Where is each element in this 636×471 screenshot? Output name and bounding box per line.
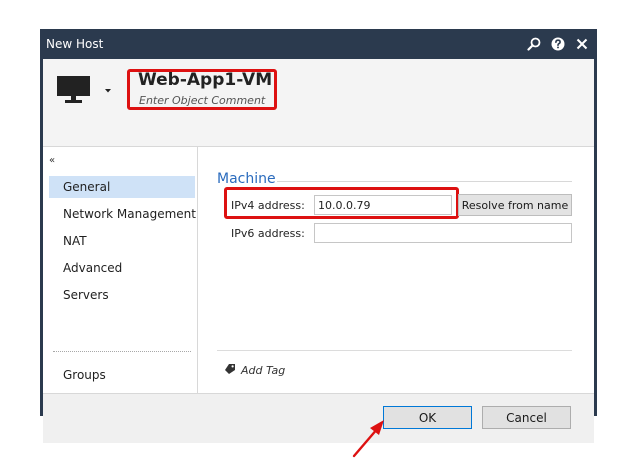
resolve-from-name-button[interactable]: Resolve from name — [458, 194, 572, 216]
ipv4-address-input[interactable] — [314, 195, 452, 215]
dialog-footer: OK Cancel — [43, 393, 594, 443]
nav-divider — [53, 351, 191, 352]
red-arrow-icon — [348, 416, 388, 460]
chevron-down-icon[interactable] — [103, 84, 113, 94]
nav-item-general[interactable]: General — [49, 176, 195, 198]
ipv6-address-input[interactable] — [314, 223, 572, 243]
ok-button[interactable]: OK — [383, 406, 472, 429]
cancel-button[interactable]: Cancel — [482, 406, 571, 429]
title-bar: New Host — [43, 29, 594, 59]
nav-item-advanced[interactable]: Advanced — [49, 257, 195, 279]
add-tag-label: Add Tag — [241, 364, 286, 377]
help-icon[interactable] — [546, 29, 570, 59]
left-navigation: « General Network Management NAT Advance… — [43, 147, 198, 393]
nav-item-nat[interactable]: NAT — [49, 230, 195, 252]
machine-section-title: Machine — [217, 171, 276, 187]
collapse-nav-icon[interactable]: « — [49, 156, 55, 166]
nav-item-network-management[interactable]: Network Management — [49, 203, 196, 225]
dialog-content: Web-App1-VM Enter Object Comment « Gener… — [43, 59, 594, 443]
object-comment-field[interactable]: Enter Object Comment — [139, 94, 265, 107]
ipv6-label: IPv6 address: — [231, 227, 305, 240]
nav-item-groups[interactable]: Groups — [49, 364, 195, 386]
search-icon[interactable] — [522, 29, 546, 59]
window-title: New Host — [46, 37, 104, 51]
nav-item-servers[interactable]: Servers — [49, 284, 195, 306]
object-name[interactable]: Web-App1-VM — [138, 70, 272, 90]
tag-icon — [224, 363, 236, 378]
title-bar-controls — [522, 29, 594, 59]
tags-divider — [217, 350, 572, 351]
add-tag-link[interactable]: Add Tag — [224, 363, 285, 378]
close-icon[interactable] — [570, 29, 594, 59]
new-host-dialog: New Host Web-App1-VM Enter Object Commen… — [40, 29, 597, 443]
host-monitor-icon[interactable] — [55, 73, 95, 105]
ipv4-label: IPv4 address: — [231, 199, 305, 212]
object-header: Web-App1-VM Enter Object Comment — [43, 59, 594, 147]
section-divider — [277, 181, 572, 182]
